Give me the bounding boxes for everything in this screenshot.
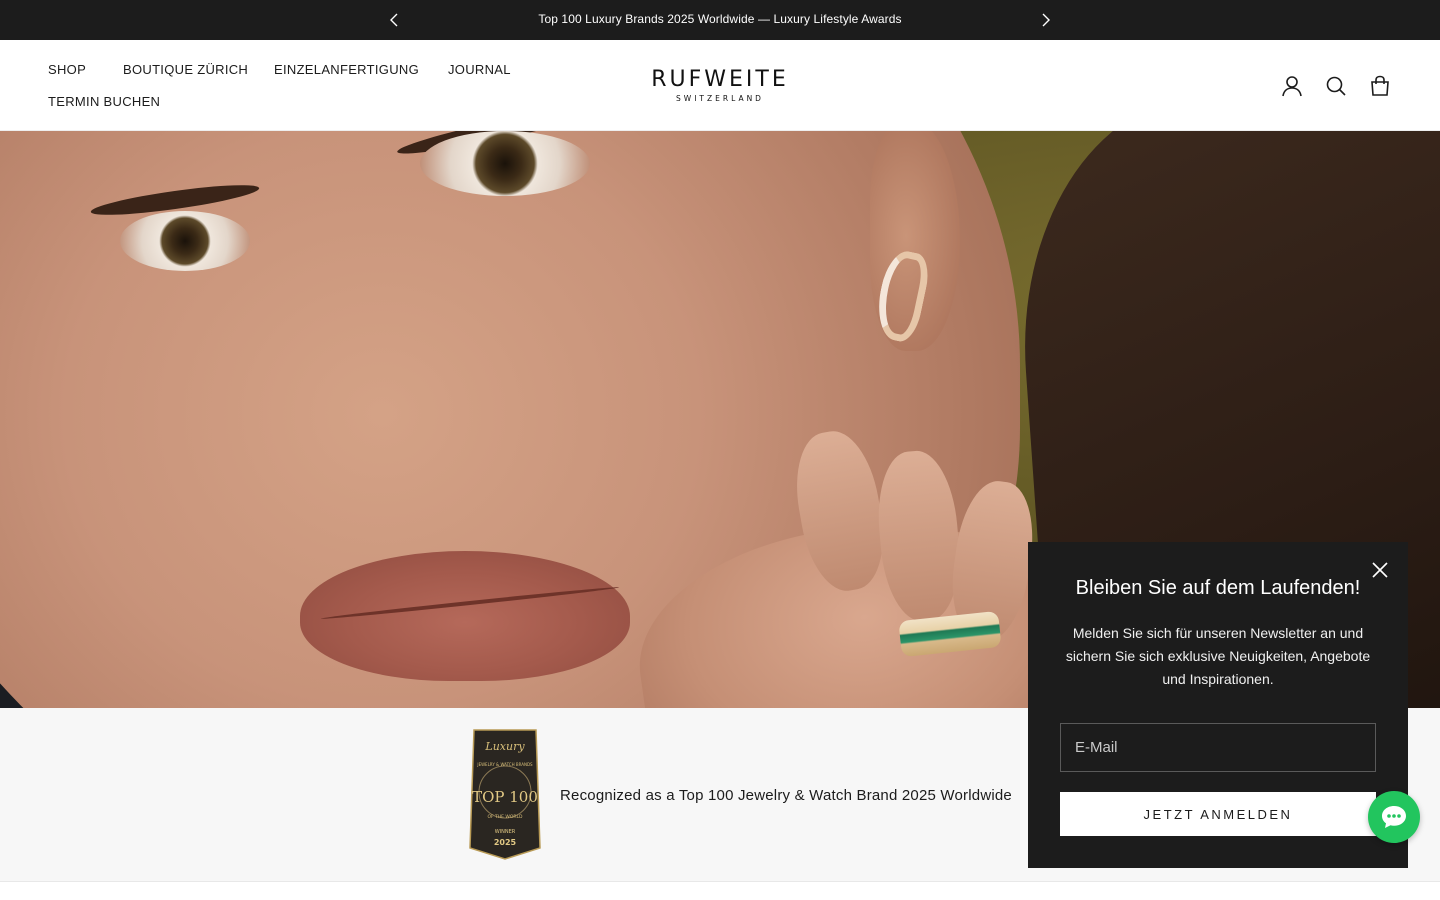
subscribe-button[interactable]: JETZT ANMELDEN (1060, 792, 1376, 836)
badge-sub: OF THE WORLD (487, 814, 523, 820)
newsletter-title: Bleiben Sie auf dem Laufenden! (1075, 577, 1361, 599)
logo[interactable]: RUFWEITE SWITZERLAND (620, 67, 820, 104)
award-badge: Luxury JEWELRY & WATCH BRANDS TOP 100 OF… (469, 729, 541, 860)
badge-year: 2025 (494, 838, 517, 847)
newsletter-description: Melden Sie sich für unseren Newsletter a… (1065, 625, 1371, 687)
badge-script: Luxury (484, 740, 525, 753)
badge-arc: JEWELRY & WATCH BRANDS (476, 762, 533, 767)
chevron-right-icon (1042, 13, 1050, 27)
nav-einzelanfertigung[interactable]: EINZELANFERTIGUNG (274, 62, 419, 77)
logo-brand: RUFWEITE (651, 67, 789, 92)
chat-bubble-icon (1382, 806, 1406, 828)
site-header: SHOP BOUTIQUE ZÜRICH EINZELANFERTIGUNG J… (0, 40, 1440, 131)
search-button[interactable] (1323, 73, 1349, 99)
badge-winner: WINNER (495, 829, 516, 835)
announcement-text[interactable]: Top 100 Luxury Brands 2025 Worldwide — L… (0, 12, 1440, 26)
nav-termin-buchen[interactable]: TERMIN BUCHEN (48, 94, 160, 109)
nav-journal[interactable]: JOURNAL (448, 62, 511, 77)
search-icon (1326, 76, 1346, 96)
chat-button[interactable] (1368, 791, 1420, 843)
logo-sub: SWITZERLAND (676, 94, 764, 103)
announcement-next-button[interactable] (1036, 10, 1056, 30)
cart-button[interactable] (1367, 73, 1393, 99)
nav-boutique-zurich[interactable]: BOUTIQUE ZÜRICH (123, 62, 248, 77)
nav-shop[interactable]: SHOP (48, 62, 86, 77)
hero-eye-right (420, 131, 590, 196)
cart-icon (1371, 75, 1389, 96)
announcement-bar: Top 100 Luxury Brands 2025 Worldwide — L… (0, 0, 1440, 40)
award-text: Recognized as a Top 100 Jewelry & Watch … (560, 787, 1012, 804)
hero-eye-left (120, 211, 250, 271)
badge-main: TOP 100 (472, 788, 538, 806)
email-field[interactable] (1060, 723, 1376, 772)
account-icon (1282, 76, 1302, 97)
close-icon (1372, 562, 1388, 578)
account-button[interactable] (1279, 73, 1305, 99)
newsletter-popup: Bleiben Sie auf dem Laufenden! Melden Si… (1028, 542, 1408, 868)
